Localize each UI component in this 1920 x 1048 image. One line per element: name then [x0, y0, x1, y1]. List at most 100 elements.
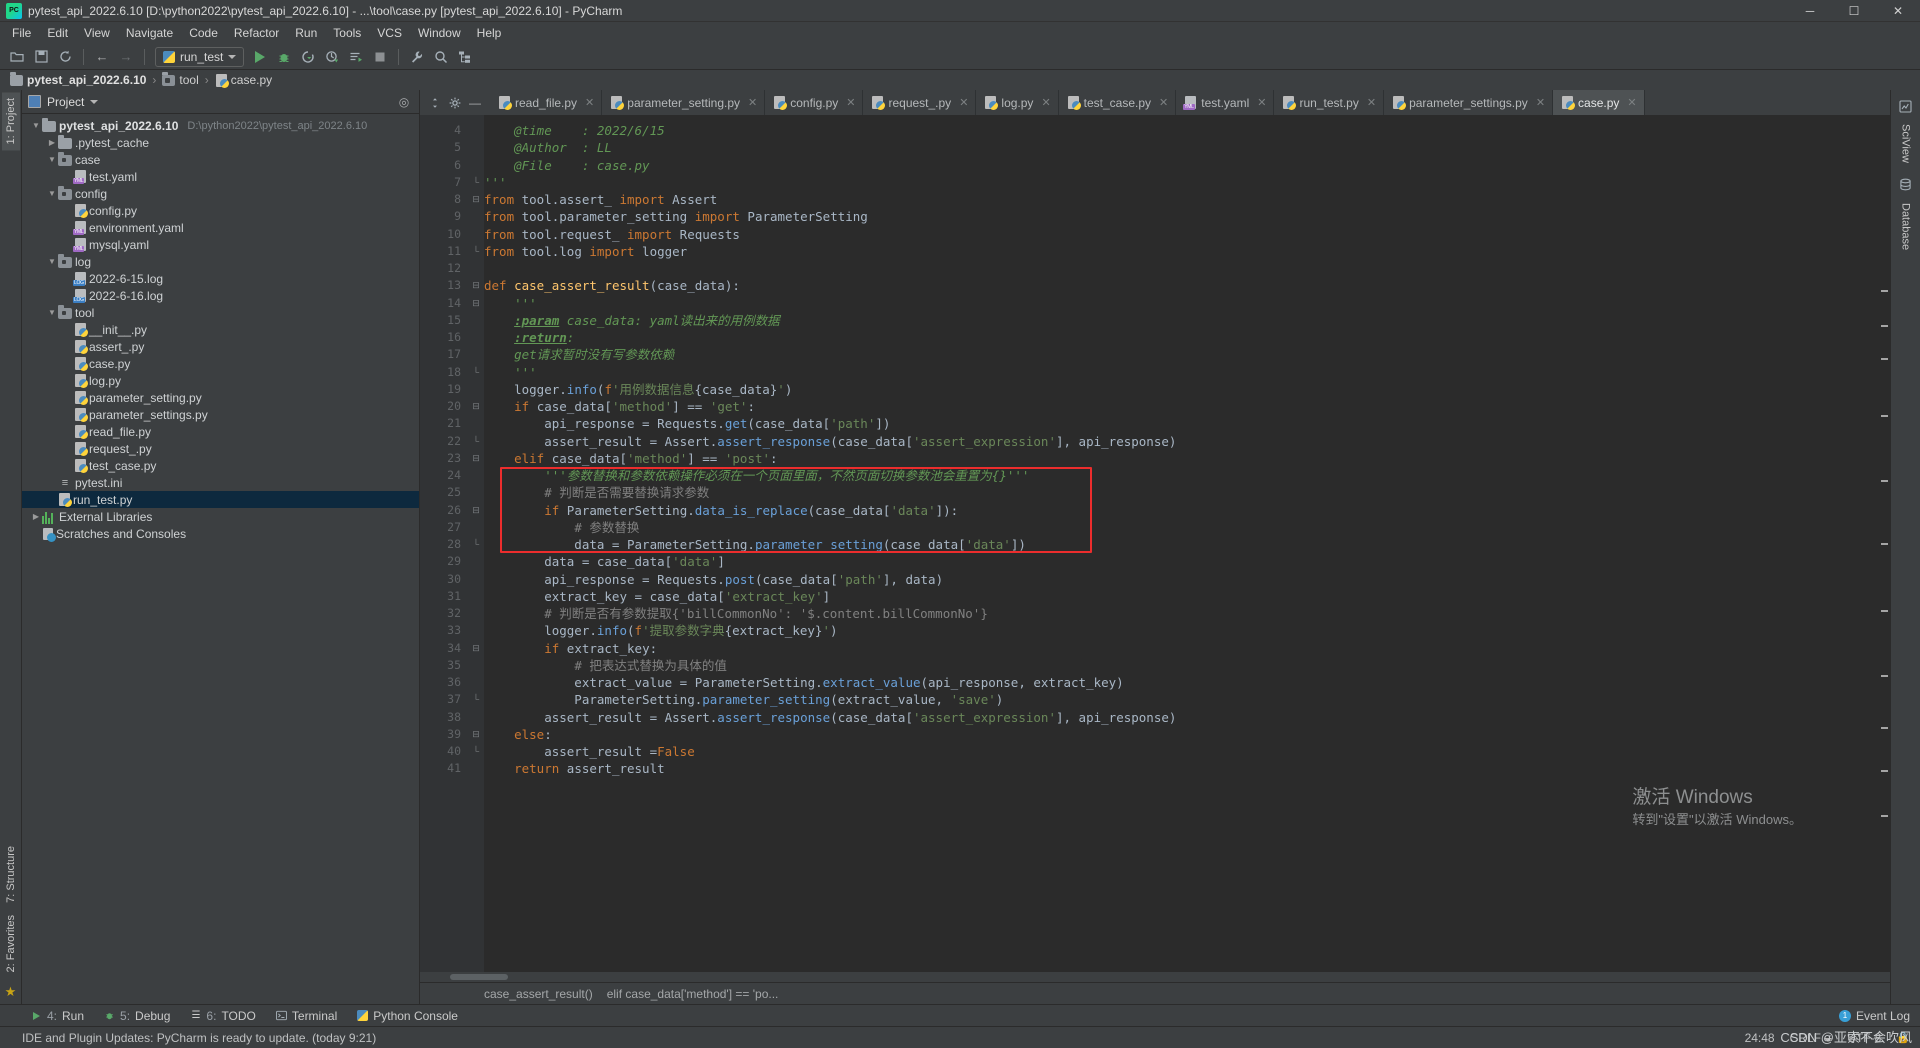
- code-line[interactable]: @time : 2022/6/15: [484, 122, 1890, 139]
- menu-item-edit[interactable]: Edit: [39, 24, 76, 42]
- fold-marker[interactable]: └: [468, 691, 484, 708]
- tool-window-terminal[interactable]: Terminal: [267, 1007, 346, 1025]
- code-line[interactable]: logger.info(f'提取参数字典{extract_key}'): [484, 622, 1890, 639]
- code-line[interactable]: elif case_data['method'] == 'post':: [484, 450, 1890, 467]
- tree-item-case[interactable]: ▼ case: [22, 151, 419, 168]
- tree-item--pytest-cache[interactable]: ▶ .pytest_cache: [22, 134, 419, 151]
- fold-marker[interactable]: └: [468, 243, 484, 260]
- code-line[interactable]: if case_data['method'] == 'get':: [484, 398, 1890, 415]
- breadcrumb-item-tool[interactable]: tool: [162, 71, 199, 87]
- editor-tab-parameter-setting-py[interactable]: parameter_setting.py ✕: [602, 90, 766, 115]
- close-icon[interactable]: ✕: [1627, 96, 1636, 109]
- code-line[interactable]: :param case_data: yaml读出来的用例数据: [484, 312, 1890, 329]
- code-line[interactable]: # 参数替换: [484, 519, 1890, 536]
- tree-item-config[interactable]: ▼ config: [22, 185, 419, 202]
- code-line[interactable]: return assert_result: [484, 760, 1890, 777]
- menu-item-window[interactable]: Window: [410, 24, 469, 42]
- run-coverage-button[interactable]: [297, 46, 319, 68]
- navigate-back-icon[interactable]: ←: [91, 46, 113, 68]
- code-line[interactable]: assert_result = Assert.assert_response(c…: [484, 433, 1890, 450]
- menu-item-refactor[interactable]: Refactor: [226, 24, 287, 42]
- close-icon[interactable]: ✕: [959, 96, 968, 109]
- run-button[interactable]: [249, 46, 271, 68]
- gear-icon[interactable]: [446, 94, 464, 112]
- code-line[interactable]: if ParameterSetting.data_is_replace(case…: [484, 502, 1890, 519]
- code-line[interactable]: @File : case.py: [484, 157, 1890, 174]
- tree-item-scratches-and-consoles[interactable]: Scratches and Consoles: [22, 525, 419, 542]
- tree-item-2022-6-15-log[interactable]: 2022-6-15.log: [22, 270, 419, 287]
- code-line[interactable]: # 把表达式替换为具体的值: [484, 657, 1890, 674]
- tree-item-mysql-yaml[interactable]: mysql.yaml: [22, 236, 419, 253]
- tree-item-case-py[interactable]: case.py: [22, 355, 419, 372]
- close-icon[interactable]: ✕: [846, 96, 855, 109]
- minimize-button[interactable]: ─: [1788, 0, 1832, 22]
- fold-marker[interactable]: ⊟: [468, 277, 484, 294]
- code-line[interactable]: assert_result = Assert.assert_response(c…: [484, 709, 1890, 726]
- code-line[interactable]: from tool.request_ import Requests: [484, 226, 1890, 243]
- editor-tab-test-yaml[interactable]: test.yaml ✕: [1176, 90, 1275, 115]
- close-button[interactable]: ✕: [1876, 0, 1920, 22]
- fold-marker[interactable]: └: [468, 174, 484, 191]
- open-folder-icon[interactable]: [6, 46, 28, 68]
- chevron-right-icon[interactable]: ▶: [46, 138, 58, 147]
- editor-marker-column[interactable]: [1878, 115, 1890, 972]
- fold-marker[interactable]: └: [468, 743, 484, 760]
- fold-marker[interactable]: └: [468, 536, 484, 553]
- code-line[interactable]: from tool.log import logger: [484, 243, 1890, 260]
- structure-button[interactable]: [454, 46, 476, 68]
- tree-item-2022-6-16-log[interactable]: 2022-6-16.log: [22, 287, 419, 304]
- chevron-down-icon[interactable]: [90, 99, 99, 104]
- profile-button[interactable]: [321, 46, 343, 68]
- code-line[interactable]: @Author : LL: [484, 139, 1890, 156]
- status-message[interactable]: IDE and Plugin Updates: PyCharm is ready…: [22, 1031, 376, 1045]
- close-icon[interactable]: ✕: [1367, 96, 1376, 109]
- fold-marker[interactable]: ⊟: [468, 502, 484, 519]
- chevron-down-icon[interactable]: ▼: [46, 155, 58, 164]
- editor-tab-config-py[interactable]: config.py ✕: [765, 90, 864, 115]
- code-line[interactable]: data = case_data['data']: [484, 553, 1890, 570]
- tree-item-run-test-py[interactable]: run_test.py: [22, 491, 419, 508]
- footer-statement[interactable]: elif case_data['method'] == 'po...: [607, 987, 779, 1001]
- hide-icon[interactable]: —: [466, 94, 484, 112]
- close-icon[interactable]: ✕: [1041, 96, 1050, 109]
- code-line[interactable]: assert_result =False: [484, 743, 1890, 760]
- tree-item-pytest-ini[interactable]: ≡ pytest.ini: [22, 474, 419, 491]
- window-controls[interactable]: ─ ☐ ✕: [1788, 0, 1920, 22]
- fold-marker[interactable]: └: [468, 433, 484, 450]
- tool-window-debug[interactable]: 5: Debug: [95, 1007, 179, 1025]
- locate-target-icon[interactable]: ◎: [395, 93, 413, 111]
- code-line[interactable]: extract_key = case_data['extract_key']: [484, 588, 1890, 605]
- fold-marker[interactable]: ⊟: [468, 726, 484, 743]
- code-line[interactable]: def case_assert_result(case_data):: [484, 277, 1890, 294]
- project-tree[interactable]: ▼ pytest_api_2022.6.10 D:\python2022\pytes…: [22, 114, 419, 1004]
- sidebar-tab-sciview[interactable]: SciView: [1898, 119, 1914, 168]
- tree-item-log-py[interactable]: log.py: [22, 372, 419, 389]
- menu-item-view[interactable]: View: [76, 24, 118, 42]
- menu-item-vcs[interactable]: VCS: [369, 24, 410, 42]
- tree-item-test-case-py[interactable]: test_case.py: [22, 457, 419, 474]
- tree-item-environment-yaml[interactable]: environment.yaml: [22, 219, 419, 236]
- editor-tab-request-py[interactable]: request_.py ✕: [863, 90, 977, 115]
- code-line[interactable]: # 判断是否有参数提取{'billCommonNo': '$.content.b…: [484, 605, 1890, 622]
- code-line[interactable]: '''参数替换和参数依赖操作必须在一个页面里面，不然页面切换参数池会重置为{}'…: [484, 467, 1890, 484]
- code-line[interactable]: api_response = Requests.get(case_data['p…: [484, 415, 1890, 432]
- editor-tab-parameter-settings-py[interactable]: parameter_settings.py ✕: [1384, 90, 1554, 115]
- tree-item-tool[interactable]: ▼ tool: [22, 304, 419, 321]
- sync-icon[interactable]: [54, 46, 76, 68]
- tree-item-assert-py[interactable]: assert_.py: [22, 338, 419, 355]
- editor-tab-test-case-py[interactable]: test_case.py ✕: [1058, 90, 1177, 115]
- tree-item-test-yaml[interactable]: test.yaml: [22, 168, 419, 185]
- close-icon[interactable]: ✕: [1159, 96, 1168, 109]
- fold-marker[interactable]: ⊟: [468, 191, 484, 208]
- close-icon[interactable]: ✕: [1257, 96, 1266, 109]
- save-icon[interactable]: [30, 46, 52, 68]
- tree-item-external-libraries[interactable]: ▶ External Libraries: [22, 508, 419, 525]
- run-configuration-selector[interactable]: run_test: [155, 46, 245, 67]
- editor-tab-run-test-py[interactable]: run_test.py ✕: [1274, 90, 1385, 115]
- tree-item-parameter-settings-py[interactable]: parameter_settings.py: [22, 406, 419, 423]
- tree-item-config-py[interactable]: config.py: [22, 202, 419, 219]
- code-line[interactable]: :return:: [484, 329, 1890, 346]
- chevron-down-icon[interactable]: ▼: [30, 121, 42, 130]
- close-icon[interactable]: ✕: [585, 96, 594, 109]
- sidebar-tab-project[interactable]: 1: Project: [1, 92, 20, 151]
